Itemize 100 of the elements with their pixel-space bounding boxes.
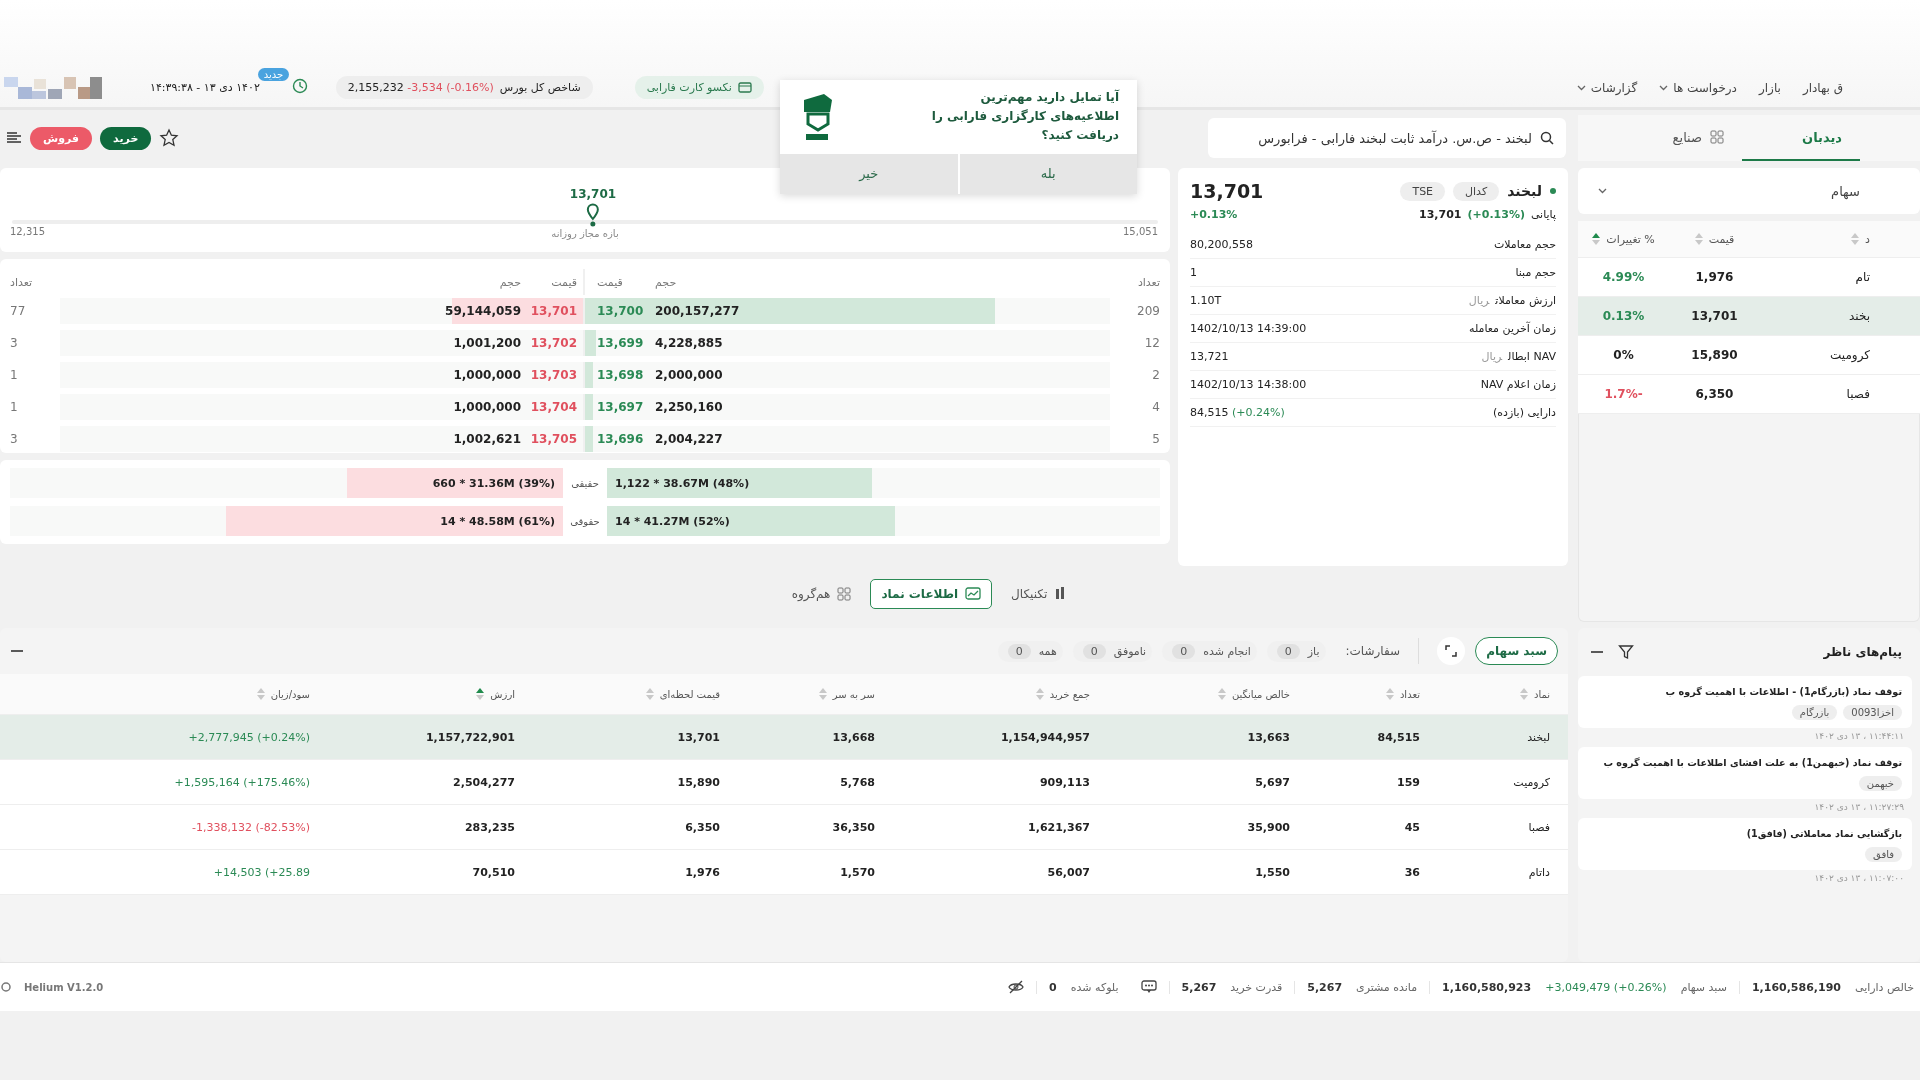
column-header[interactable]: سر به سر: [738, 688, 893, 700]
status-value: 0: [1049, 980, 1057, 994]
ratio-text: 14 * 41.27M (52%): [614, 513, 731, 530]
symbol-tag[interactable]: خبهمن: [1858, 776, 1902, 791]
star-icon[interactable]: [159, 128, 180, 148]
minimize-icon[interactable]: [10, 649, 24, 653]
index-value: 2,155,232: [347, 81, 404, 94]
card-chip[interactable]: نکسو کارت فارابی: [634, 76, 764, 99]
unit-label: ریال: [1481, 350, 1503, 363]
ask-price[interactable]: 13,702: [521, 336, 577, 350]
symbol-name: لبخند: [1507, 183, 1542, 199]
search-field[interactable]: لبخند - ص.س. درآمد ثابت لبخند فارابی - فرابورس: [1208, 118, 1566, 158]
group-dropdown[interactable]: سهام: [1578, 168, 1920, 214]
column-header[interactable]: % تغییرات: [1578, 232, 1669, 246]
closing-change: (+0.13%): [1467, 208, 1525, 221]
order-volume: 1,002,621: [452, 432, 521, 446]
order-count: 2: [1151, 368, 1160, 382]
search-icon: [1540, 131, 1554, 145]
column-header: قیمت: [597, 275, 624, 289]
side-tab[interactable]: دیدبان: [1742, 115, 1860, 161]
sort-icon[interactable]: [1592, 233, 1601, 245]
column-header[interactable]: تعداد: [1308, 688, 1438, 700]
info-label: ارزش معاملات: [1495, 294, 1556, 307]
investor-type: حقیقی: [570, 477, 600, 489]
bid-price[interactable]: 13,696: [597, 432, 653, 446]
order-volume: 2,250,160: [655, 400, 723, 414]
order-volume: 1,000,000: [452, 400, 521, 414]
message-card[interactable]: توقف نماد (خبهمن1) به علت افشای اطلاعات با اهمیت گروه ب خبهمن: [1578, 747, 1912, 799]
buy-button[interactable]: خرید: [100, 126, 152, 150]
info-value: 84,515 (+0.24%): [1190, 406, 1285, 419]
clock-icon[interactable]: [291, 78, 308, 94]
message-card[interactable]: بازگشایی نماد معاملاتی (فافق1) فافق: [1578, 818, 1912, 870]
new-badge: جدید: [257, 68, 290, 81]
info-value: 80,200,558: [1190, 238, 1253, 251]
expand-icon[interactable]: [1445, 645, 1458, 657]
info-value: 1: [1190, 266, 1197, 279]
column-header[interactable]: جمع خرید: [893, 688, 1108, 700]
filter-icon[interactable]: [1618, 644, 1634, 660]
column-header[interactable]: د: [1760, 232, 1870, 246]
grid-icon: [837, 587, 852, 601]
nav-menu-item[interactable]: درخواست ها: [1659, 80, 1737, 95]
message-text: توقف نماد (خبهمن1) به علت افشای اطلاعات با اهمیت گروه ب: [1602, 757, 1902, 768]
status-label: بلوکه شده: [1070, 980, 1119, 994]
index-change: -3,534 (-0.16%): [407, 81, 494, 94]
message-card[interactable]: توقف نماد (بازرگام1) - اطلاعات با اهمیت گروه ب اخزا0093 بازرگام: [1578, 676, 1912, 728]
ask-price[interactable]: 13,704: [521, 400, 577, 414]
symbol-tag[interactable]: بازرگام: [1791, 705, 1838, 720]
status-label: خالص دارایی: [1854, 980, 1914, 994]
status-label: سبد سهام: [1680, 980, 1727, 994]
menu-icon[interactable]: [6, 131, 22, 145]
range-max: 15,051: [1123, 226, 1158, 237]
ask-price[interactable]: 13,705: [521, 432, 577, 446]
ask-price[interactable]: 13,703: [521, 368, 577, 382]
bid-price[interactable]: 13,698: [597, 368, 653, 382]
market-tag[interactable]: کدال: [1453, 181, 1500, 201]
answer-button[interactable]: بله: [959, 153, 1137, 194]
info-label: زمان اعلام NAV: [1480, 378, 1556, 391]
current-price: 13,701: [569, 187, 617, 201]
nav-menu-item[interactable]: بازار: [1758, 80, 1781, 95]
column-header[interactable]: قیمت لحظه‌ای: [533, 688, 738, 700]
nav-menu-item[interactable]: ق بهادار: [1802, 80, 1843, 95]
chat-icon[interactable]: [1140, 980, 1157, 994]
column-header[interactable]: خالص میانگین: [1108, 688, 1308, 700]
version-label: Helium V1.2.0: [24, 981, 104, 993]
bid-price[interactable]: 13,699: [597, 336, 653, 350]
grid-icon: [1710, 130, 1725, 144]
bid-price[interactable]: 13,697: [597, 400, 653, 414]
message-time: ۱۱:۲۷:۲۹ ، ۱۳ دی ۱۴۰۲: [1813, 801, 1905, 812]
nav-menu-item[interactable]: گزارشات: [1576, 80, 1638, 95]
eye-off-icon[interactable]: [1008, 980, 1025, 994]
view-tab[interactable]: تکنیکال: [1000, 579, 1078, 609]
order-count: 3: [10, 432, 19, 446]
order-count: 209: [1136, 304, 1160, 318]
status-value: 5,267: [1307, 980, 1343, 994]
minimize-icon[interactable]: [1590, 650, 1604, 654]
info-value: 1.10T: [1190, 294, 1222, 307]
order-volume: 200,157,277: [655, 304, 740, 318]
symbol-tag[interactable]: اخزا0093: [1843, 705, 1902, 720]
side-tab[interactable]: صنایع: [1654, 115, 1743, 161]
order-count: 1: [10, 368, 19, 382]
status-value: 1,160,580,923: [1442, 980, 1532, 994]
info-value: 1402/10/13 14:38:00: [1190, 378, 1307, 391]
answer-button[interactable]: خیر: [780, 153, 958, 194]
portfolio-tab[interactable]: سبد سهام: [1475, 637, 1558, 665]
status-change: +3,049,479 (+0.26%): [1545, 980, 1667, 994]
order-volume: 2,004,227: [655, 432, 723, 446]
column-header[interactable]: نماد: [1438, 688, 1568, 700]
column-header[interactable]: قیمت: [1669, 232, 1760, 246]
closing-label: پایانی: [1530, 208, 1556, 221]
symbol-tag[interactable]: فافق: [1865, 847, 1902, 862]
column-header[interactable]: ارزش: [328, 688, 533, 700]
order-count: 4: [1151, 400, 1160, 414]
view-tab[interactable]: اطلاعات نماد: [870, 579, 993, 609]
date-time: ۱۴۰۲ دی ۱۳ - ۱۴:۳۹:۳۸: [150, 81, 260, 94]
column-header[interactable]: سود/زیان: [0, 688, 328, 700]
sort-icon[interactable]: [476, 688, 485, 700]
market-tag[interactable]: TSE: [1400, 181, 1446, 201]
order-volume: 1,001,200: [452, 336, 521, 350]
range-min: 12,315: [10, 226, 45, 237]
view-tab[interactable]: هم‌گروه: [780, 579, 863, 609]
